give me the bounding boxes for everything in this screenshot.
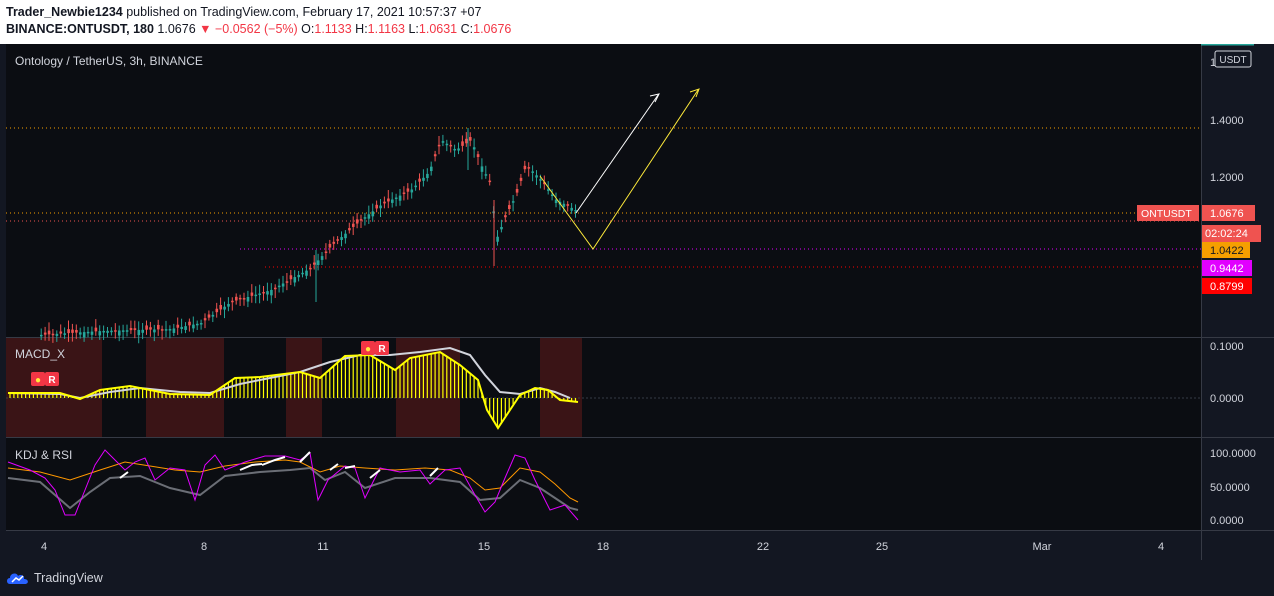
kdj-tick: 100.0000 — [1210, 448, 1256, 460]
time-tick: Mar — [1033, 541, 1052, 553]
publish-line: Trader_Newbie1234 published on TradingVi… — [6, 5, 481, 19]
macd-badge-top[interactable]: ● R — [361, 341, 389, 355]
time-tick: 4 — [41, 541, 47, 553]
price-tick: 1.4000 — [1210, 115, 1244, 127]
macd-badge-label: R — [378, 344, 386, 355]
symbol-price-label: ONTUSDT 1.0676 — [1137, 205, 1255, 221]
level-label: 1.0422 — [1210, 245, 1244, 257]
ohlc-line: BINANCE:ONTUSDT, 180 1.0676 ▼ −0.0562 (−… — [6, 22, 511, 36]
time-tick: 25 — [876, 541, 888, 553]
time-tick: 15 — [478, 541, 490, 553]
kdj-legend[interactable]: KDJ & RSI — [15, 448, 72, 462]
open-value: 1.1133 — [314, 22, 352, 36]
last-price-value: 1.0676 — [1210, 208, 1244, 220]
time-tick: 11 — [317, 541, 328, 553]
publication-header: Trader_Newbie1234 published on TradingVi… — [0, 0, 1274, 44]
support-label: 0.9442 — [1210, 263, 1244, 275]
support-label: 0.8799 — [1210, 281, 1244, 293]
last-price: 1.0676 — [157, 22, 196, 36]
price-pane[interactable] — [6, 44, 1201, 337]
high-value: 1.1163 — [367, 22, 405, 36]
countdown-label: 02:02:24 — [1205, 228, 1248, 240]
bear-icon: ● — [365, 344, 371, 355]
tradingview-logo[interactable]: TradingView — [6, 569, 103, 587]
macd-tick: 0.0000 — [1210, 393, 1244, 405]
time-axis[interactable]: 4 8 11 15 18 22 25 Mar 4 — [41, 541, 1164, 553]
chart-area[interactable]: ● R ● R Ontology / TetherUS, 3h, BINANCE… — [0, 44, 1274, 566]
bear-icon: ● — [35, 375, 41, 386]
price-tick: 1.2000 — [1210, 172, 1244, 184]
macd-badge-left[interactable]: ● R — [31, 372, 59, 386]
macd-legend[interactable]: MACD_X — [15, 347, 65, 361]
time-tick: 8 — [201, 541, 207, 553]
publish-info: published on TradingView.com, February 1… — [126, 5, 482, 19]
time-tick: 4 — [1158, 541, 1164, 553]
time-tick: 22 — [757, 541, 769, 553]
macd-badge-label: R — [48, 375, 56, 386]
currency-button[interactable]: USDT — [1214, 50, 1252, 68]
low-value: 1.0631 — [418, 22, 458, 36]
currency-label: USDT — [1219, 55, 1246, 66]
symbol: BINANCE:ONTUSDT, 180 — [6, 22, 154, 36]
price-change: ▼ −0.0562 (−5%) — [199, 22, 298, 36]
macd-bear-zone — [146, 338, 196, 437]
macd-bear-zone — [540, 338, 582, 437]
symbol-label: ONTUSDT — [1141, 208, 1192, 220]
tradingview-cloud-icon — [7, 573, 28, 584]
publisher-name[interactable]: Trader_Newbie1234 — [6, 5, 123, 19]
high-label: H: — [355, 22, 368, 36]
chart-legend[interactable]: Ontology / TetherUS, 3h, BINANCE — [15, 54, 203, 68]
kdj-tick: 0.0000 — [1210, 515, 1244, 527]
low-label: L: — [408, 22, 419, 36]
macd-tick: 0.1000 — [1210, 341, 1244, 353]
kdj-tick: 50.0000 — [1210, 482, 1250, 494]
kdj-pane[interactable] — [6, 438, 1201, 530]
time-tick: 18 — [597, 541, 609, 553]
brand-name: TradingView — [34, 571, 103, 585]
open-label: O: — [301, 22, 315, 36]
close-value: 1.0676 — [473, 22, 512, 36]
close-label: C: — [460, 22, 474, 36]
